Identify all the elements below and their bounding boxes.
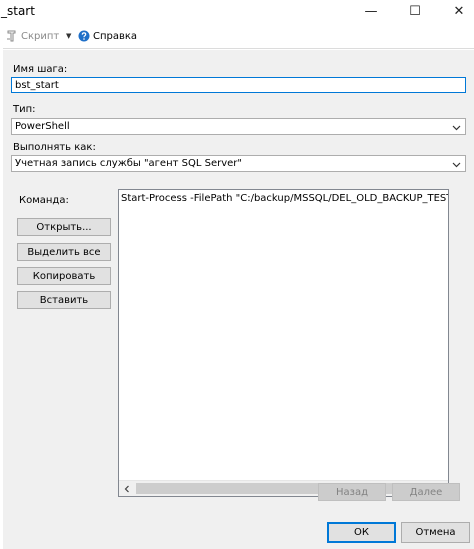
- command-textarea[interactable]: Start-Process -FilePath "C:/backup/MSSQL…: [118, 189, 449, 497]
- help-button[interactable]: Справка: [78, 30, 137, 42]
- step-properties-panel: Имя шага: bst_start Тип: PowerShell Выпо…: [3, 50, 474, 516]
- next-button[interactable]: Далее: [392, 483, 460, 501]
- paste-button[interactable]: Вставить: [17, 291, 111, 309]
- minimize-button[interactable]: —: [356, 0, 386, 22]
- toolbar-divider: [3, 48, 474, 49]
- help-icon: [78, 30, 90, 42]
- back-button[interactable]: Назад: [318, 483, 386, 501]
- copy-button[interactable]: Копировать: [17, 267, 111, 285]
- script-label: Скрипт: [21, 30, 60, 42]
- help-label: Справка: [93, 30, 138, 42]
- type-label: Тип:: [13, 104, 36, 115]
- ok-button[interactable]: ОК: [327, 522, 396, 543]
- command-label: Команда:: [19, 195, 69, 206]
- step-name-input[interactable]: bst_start: [11, 77, 466, 93]
- run-as-label: Выполнять как:: [13, 142, 96, 153]
- select-all-button[interactable]: Выделить все: [17, 243, 111, 261]
- type-select[interactable]: PowerShell: [11, 118, 466, 135]
- toolbar: Скрипт ▼ Справка: [0, 24, 474, 48]
- type-select-value: PowerShell: [15, 121, 70, 132]
- run-as-select[interactable]: Учетная запись службы "агент SQL Server": [11, 155, 466, 172]
- cancel-button[interactable]: Отмена: [401, 522, 470, 543]
- window-title: _start: [1, 4, 35, 18]
- command-text: Start-Process -FilePath "C:/backup/MSSQL…: [121, 193, 448, 204]
- chevron-down-icon: [452, 162, 461, 168]
- run-as-select-value: Учетная запись службы "агент SQL Server": [15, 158, 242, 169]
- script-button[interactable]: Скрипт: [6, 30, 59, 42]
- step-name-label: Имя шага:: [13, 64, 68, 75]
- chevron-down-icon: [452, 125, 461, 131]
- script-dropdown-icon[interactable]: ▼: [66, 32, 71, 40]
- dialog-button-bar: ОК Отмена: [3, 516, 474, 549]
- scroll-left-icon[interactable]: [119, 481, 135, 496]
- script-icon: [7, 30, 16, 42]
- title-bar: _start — ☐ ✕: [0, 0, 474, 24]
- open-button[interactable]: Открыть...: [17, 218, 111, 236]
- close-button[interactable]: ✕: [444, 0, 474, 22]
- maximize-button[interactable]: ☐: [400, 0, 430, 22]
